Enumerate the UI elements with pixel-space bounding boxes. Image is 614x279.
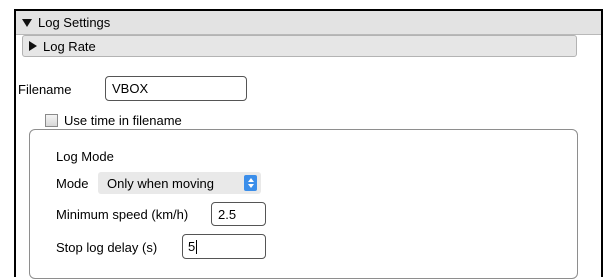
triangle-down-icon	[22, 18, 32, 27]
use-time-label: Use time in filename	[64, 113, 182, 128]
log-rate-title: Log Rate	[43, 38, 96, 54]
text-caret	[196, 239, 198, 254]
mode-select[interactable]: Only when moving	[98, 172, 261, 194]
up-down-arrows-icon	[244, 175, 257, 191]
log-settings-title: Log Settings	[38, 15, 111, 30]
log-settings-header[interactable]: Log Settings	[16, 11, 601, 35]
filename-value: VBOX	[112, 81, 149, 96]
stop-delay-value: 5	[188, 239, 196, 254]
triangle-right-icon	[29, 41, 37, 51]
min-speed-input[interactable]: 2.5	[211, 202, 266, 226]
min-speed-label: Minimum speed (km/h)	[56, 207, 189, 222]
filename-input[interactable]: VBOX	[105, 76, 247, 101]
mode-label: Mode	[56, 176, 89, 191]
use-time-checkbox[interactable]	[45, 114, 58, 127]
stop-delay-input[interactable]: 5	[182, 234, 266, 259]
log-rate-header[interactable]: Log Rate	[22, 35, 577, 57]
stop-delay-label: Stop log delay (s)	[56, 240, 158, 255]
min-speed-value: 2.5	[218, 206, 237, 222]
filename-label: Filename	[18, 82, 72, 97]
log-mode-title: Log Mode	[56, 149, 114, 164]
mode-select-value: Only when moving	[107, 175, 214, 191]
